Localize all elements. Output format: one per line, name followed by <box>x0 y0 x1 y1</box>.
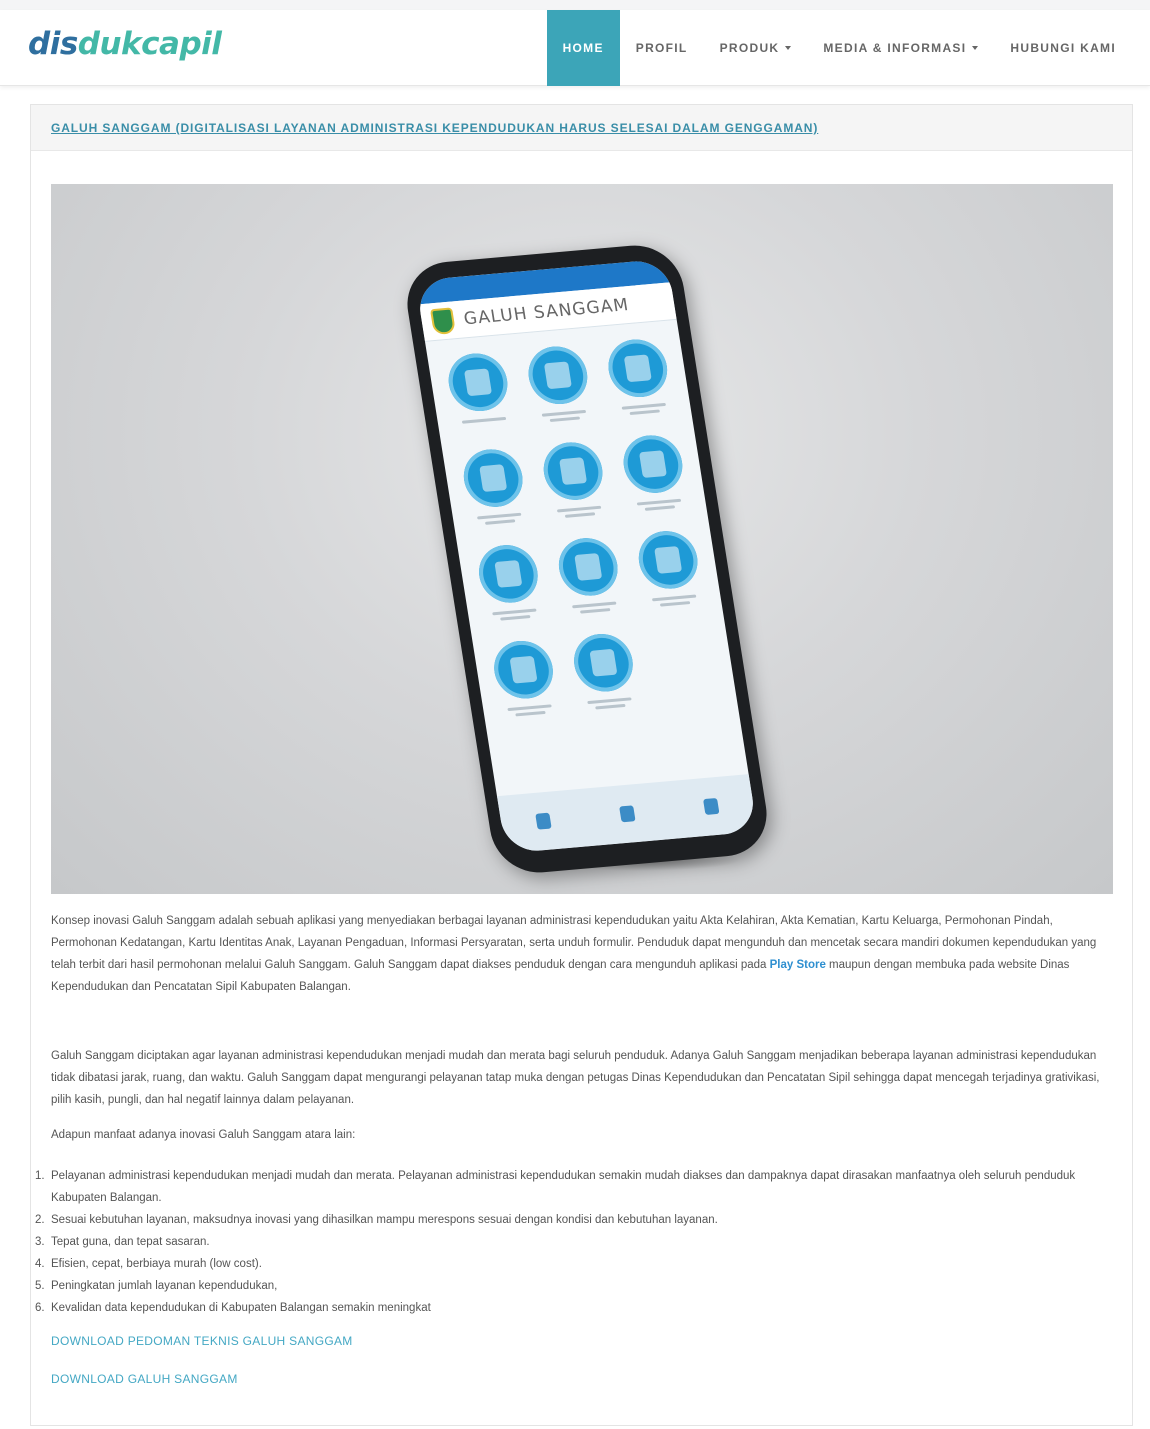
nav-profil-label: PROFIL <box>635 41 688 55</box>
menu-icon <box>554 535 622 599</box>
app-menu-item <box>449 446 541 527</box>
article-header: GALUH SANGGAM (DIGITALISASI LAYANAN ADMI… <box>31 105 1132 151</box>
benefit-text: Peningkatan jumlah layanan kependudukan, <box>51 1280 278 1292</box>
download-pedoman-link[interactable]: DOWNLOAD PEDOMAN TEKNIS GALUH SANGGAM <box>51 1334 353 1348</box>
menu-icon <box>539 439 607 503</box>
menu-icon <box>569 631 637 694</box>
caret-down-icon <box>785 46 792 50</box>
nav-produk-label: PRODUK <box>719 41 780 55</box>
menu-icon <box>474 542 542 606</box>
user-icon <box>703 797 720 815</box>
app-menu-item <box>544 535 636 616</box>
top-strip <box>0 0 1150 10</box>
app-menu-item <box>624 528 716 609</box>
phone-illustration: GALUH SANGGAM <box>400 241 774 877</box>
paragraph-2: Galuh Sanggam diciptakan agar layanan ad… <box>51 1050 1100 1106</box>
logo-part-dukcapil: dukcapil <box>77 26 222 62</box>
app-menu-item <box>434 350 526 431</box>
logo-part-dis: dis <box>28 26 78 62</box>
benefit-text: Tepat guna, dan tepat sasaran. <box>51 1236 210 1248</box>
hero-image-phone-mockup: GALUH SANGGAM <box>51 184 1113 894</box>
benefit-text: Pelayanan administrasi kependudukan menj… <box>51 1170 1076 1204</box>
main-nav: HOME PROFIL PRODUK MEDIA & INFORMASI HUB… <box>546 10 1132 86</box>
nav-profil[interactable]: PROFIL <box>620 10 704 86</box>
intro-paragraph: Konsep inovasi Galuh Sanggam adalah sebu… <box>51 910 1113 998</box>
menu-icon <box>619 432 687 496</box>
menu-icon <box>524 344 592 407</box>
caret-down-icon <box>972 46 979 50</box>
nav-home[interactable]: HOME <box>546 10 620 86</box>
paragraph-benefits-intro: Adapun manfaat adanya inovasi Galuh Sang… <box>51 1129 356 1141</box>
menu-icon <box>604 337 672 400</box>
nav-produk[interactable]: PRODUK <box>704 10 808 86</box>
benefit-text: Kevalidan data kependudukan di Kabupaten… <box>51 1302 431 1314</box>
site-logo[interactable]: disdukcapil <box>28 26 222 62</box>
list-item: 1. Pelayanan administrasi kependudukan me… <box>35 1165 1110 1209</box>
app-menu-grid <box>425 320 736 719</box>
app-menu-item <box>529 439 621 520</box>
emblem-icon <box>429 306 456 335</box>
app-menu-item <box>479 638 571 719</box>
app-menu-item <box>464 542 556 623</box>
menu-icon <box>459 446 527 510</box>
nav-hubungi-label: HUBUNGI KAMI <box>1010 41 1116 55</box>
list-item: 5. Peningkatan jumlah layanan kependuduka… <box>35 1275 1110 1297</box>
menu-icon <box>634 528 702 592</box>
nav-media-informasi[interactable]: MEDIA & INFORMASI <box>807 10 994 86</box>
nav-media-label: MEDIA & INFORMASI <box>823 41 967 55</box>
list-item: 2. Sesuai kebutuhan layanan, maksudnya in… <box>35 1209 1110 1231</box>
app-menu-item <box>513 343 605 424</box>
article-title[interactable]: GALUH SANGGAM (DIGITALISASI LAYANAN ADMI… <box>51 121 818 135</box>
home-icon <box>535 812 552 830</box>
app-title: GALUH SANGGAM <box>462 294 631 329</box>
app-menu-item <box>593 336 685 417</box>
nav-home-label: HOME <box>562 41 604 55</box>
document-icon <box>619 805 636 823</box>
app-bottom-bar <box>496 774 758 854</box>
benefits-list: 1. Pelayanan administrasi kependudukan me… <box>35 1165 1110 1319</box>
nav-hubungi-kami[interactable]: HUBUNGI KAMI <box>994 10 1132 86</box>
benefit-text: Sesuai kebutuhan layanan, maksudnya inov… <box>51 1214 718 1226</box>
benefit-text: Efisien, cepat, berbiaya murah (low cost… <box>51 1258 262 1270</box>
app-menu-item <box>559 631 651 712</box>
download-app-link[interactable]: DOWNLOAD GALUH SANGGAM <box>51 1372 238 1386</box>
list-item: 4. Efisien, cepat, berbiaya murah (low co… <box>35 1253 1110 1275</box>
menu-icon <box>490 638 558 701</box>
app-menu-item <box>608 432 700 513</box>
list-item: 6. Kevalidan data kependudukan di Kabupat… <box>35 1297 1110 1319</box>
menu-icon <box>444 351 512 414</box>
play-store-link[interactable]: Play Store <box>770 959 826 971</box>
phone-screen: GALUH SANGGAM <box>415 258 758 854</box>
navbar: disdukcapil HOME PROFIL PRODUK MEDIA & I… <box>0 10 1150 86</box>
list-item: 3. Tepat guna, dan tepat sasaran. <box>35 1231 1110 1253</box>
article-card: GALUH SANGGAM (DIGITALISASI LAYANAN ADMI… <box>30 104 1133 1426</box>
